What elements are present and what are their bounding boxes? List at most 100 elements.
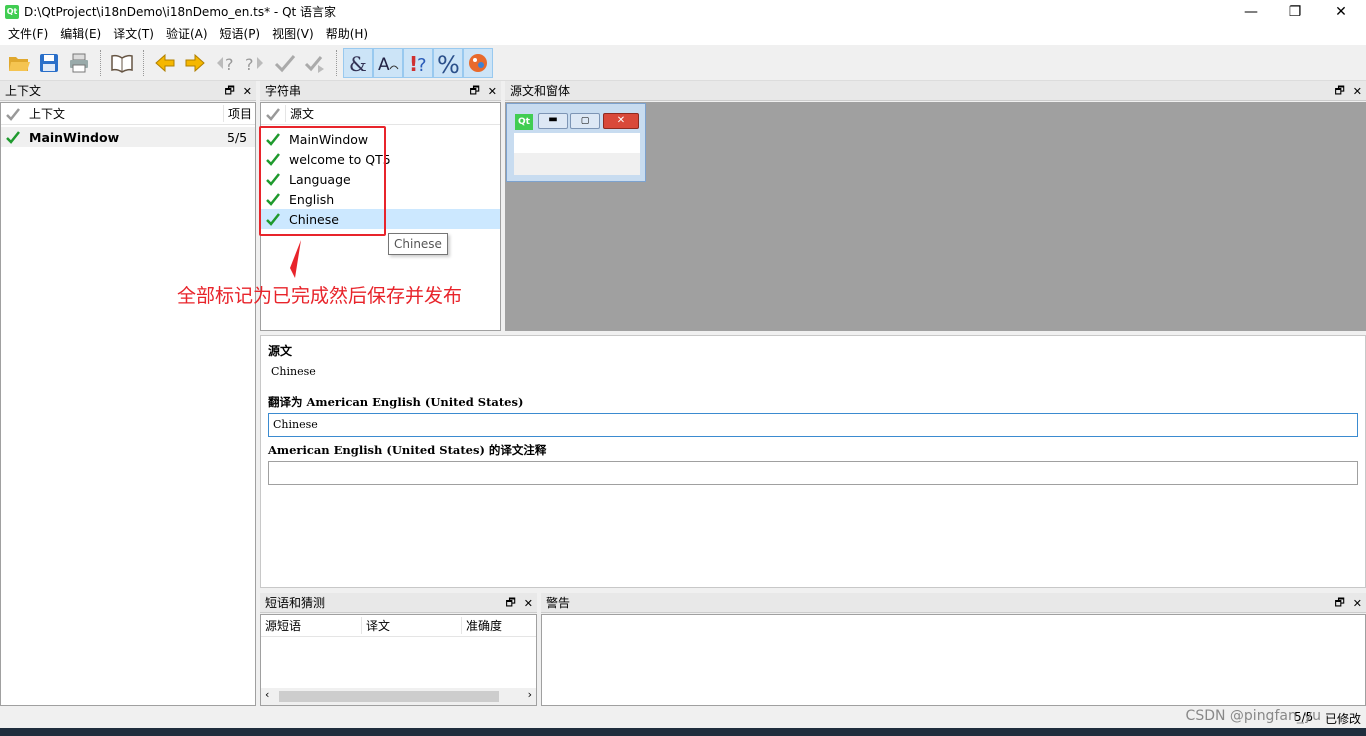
folder-open-icon <box>9 56 30 71</box>
arrow-left-icon <box>155 53 175 72</box>
quote-marks-icon: % <box>437 51 460 75</box>
arrow-right-icon <box>185 53 205 72</box>
form-maximize-icon: ▢ <box>570 113 600 129</box>
open-book-icon <box>111 54 133 73</box>
context-row[interactable]: MainWindow 5/5 <box>1 127 255 147</box>
float-icon[interactable]: 🗗 <box>224 82 234 101</box>
menu-translation[interactable]: 译文(T) <box>107 23 160 45</box>
menu-bar: 文件(F) 编辑(E) 译文(T) 验证(A) 短语(P) 视图(V) 帮助(H… <box>0 23 1366 45</box>
print-button[interactable] <box>64 48 94 78</box>
maximize-button[interactable]: ❐ <box>1272 0 1318 23</box>
status-modified: 已修改 <box>1325 712 1362 726</box>
col-source-phrase-header[interactable]: 源短语 <box>265 617 301 634</box>
source-text: Chinese <box>271 365 316 378</box>
punctuation-icon: A <box>378 55 399 75</box>
prev-button[interactable] <box>150 48 180 78</box>
float-icon[interactable]: 🗗 <box>1334 82 1344 101</box>
menu-help[interactable]: 帮助(H) <box>320 23 374 45</box>
menu-phrases[interactable]: 短语(P) <box>214 23 267 45</box>
svg-text:A: A <box>378 55 390 75</box>
next-unfinished-icon: ? <box>245 55 263 74</box>
strings-dock-title: 字符串 🗗 ✕ <box>260 81 501 101</box>
context-count: 5/5 <box>227 129 248 145</box>
preview-dock-label: 源文和窗体 <box>510 84 571 98</box>
svg-text:%: % <box>437 51 460 75</box>
checkmark-green-icon <box>6 131 20 144</box>
title-bar: Qt D:\QtProject\i18nDemo\i18nDemo_en.ts*… <box>0 0 1366 23</box>
open-button[interactable] <box>4 48 34 78</box>
check-arrow-icon <box>304 55 324 73</box>
qt-form-icon: Qt <box>515 114 533 130</box>
preview-dock-title: 源文和窗体 🗗 ✕ <box>505 81 1366 101</box>
close-icon[interactable]: ✕ <box>524 597 533 610</box>
phrase-warning-icon: !? <box>409 52 427 75</box>
svg-text:?: ? <box>225 55 234 74</box>
context-list-header: 上下文 项目 <box>1 103 255 125</box>
svg-text:?: ? <box>417 55 427 75</box>
phrases-list[interactable]: 源短语 译文 准确度 ‹ › <box>260 614 537 706</box>
done-next-arrow-button[interactable] <box>300 48 330 78</box>
menu-edit[interactable]: 编辑(E) <box>54 23 107 45</box>
punctuation-toggle[interactable]: A <box>373 47 403 78</box>
float-icon[interactable]: 🗗 <box>1334 594 1344 613</box>
context-name: MainWindow <box>29 129 120 145</box>
phrase-book-button[interactable] <box>107 48 137 78</box>
form-preview-window[interactable]: Qt ▬ ▢ ✕ <box>506 103 646 182</box>
strings-dock-label: 字符串 <box>265 84 302 98</box>
accelerators-toggle[interactable]: & <box>343 47 373 78</box>
minimize-button[interactable]: — <box>1228 0 1274 23</box>
col-items-header[interactable]: 项目 <box>223 105 252 122</box>
float-icon[interactable]: 🗗 <box>469 82 479 101</box>
next-unfinished-button[interactable]: ? <box>240 48 270 78</box>
close-icon[interactable]: ✕ <box>1353 85 1362 98</box>
preview-area: Qt ▬ ▢ ✕ <box>505 102 1366 331</box>
close-icon[interactable]: ✕ <box>243 85 252 98</box>
annotation-arrow-icon <box>290 240 301 278</box>
taskbar <box>0 728 1366 736</box>
phrases-dock-label: 短语和猜测 <box>265 596 326 610</box>
checkmark-gray-icon <box>266 107 280 121</box>
tooltip: Chinese <box>388 233 448 255</box>
col-source-header[interactable]: 源文 <box>285 105 314 122</box>
source-label: 源文 <box>268 344 293 358</box>
col-context-header[interactable]: 上下文 <box>29 105 65 122</box>
translation-input[interactable]: Chinese <box>268 413 1358 437</box>
whats-this-toggle[interactable] <box>463 47 493 78</box>
col-accuracy-header[interactable]: 准确度 <box>461 617 502 634</box>
context-list[interactable]: 上下文 项目 MainWindow 5/5 <box>0 102 256 706</box>
horizontal-scrollbar[interactable]: ‹ › <box>261 688 536 705</box>
window-title: D:\QtProject\i18nDemo\i18nDemo_en.ts* - … <box>24 5 337 19</box>
scroll-right-icon[interactable]: › <box>528 688 532 701</box>
done-next-button[interactable] <box>270 48 300 78</box>
toolbar-separator <box>100 49 101 76</box>
placeholder-toggle[interactable]: % <box>433 47 463 78</box>
close-button[interactable]: ✕ <box>1318 0 1364 23</box>
floppy-disk-icon <box>40 53 58 72</box>
menu-view[interactable]: 视图(V) <box>266 23 320 45</box>
close-icon[interactable]: ✕ <box>488 85 497 98</box>
save-button[interactable] <box>34 48 64 78</box>
float-icon[interactable]: 🗗 <box>505 594 515 613</box>
svg-text:&: & <box>349 52 367 75</box>
prev-unfinished-button[interactable]: ? <box>210 48 240 78</box>
status-bar: 5/5 已修改 <box>0 706 1366 728</box>
scroll-left-icon[interactable]: ‹ <box>265 688 269 701</box>
next-button[interactable] <box>180 48 210 78</box>
warnings-dock-label: 警告 <box>546 596 571 610</box>
form-minimize-icon: ▬ <box>538 113 568 129</box>
scrollbar-thumb[interactable] <box>279 691 499 702</box>
phrases-dock-title: 短语和猜测 🗗 ✕ <box>260 593 537 613</box>
qt-app-icon: Qt <box>5 4 19 19</box>
checkmark-icon <box>274 54 296 72</box>
svg-text:?: ? <box>245 55 254 74</box>
menu-file[interactable]: 文件(F) <box>2 23 54 45</box>
phrase-match-toggle[interactable]: !? <box>403 47 433 78</box>
close-icon[interactable]: ✕ <box>1353 597 1362 610</box>
palette-icon <box>469 53 487 72</box>
toolbar-separator <box>336 49 337 76</box>
translate-to-label: 翻译为 American English (United States) <box>268 395 524 409</box>
checkmark-gray-icon <box>6 107 20 121</box>
col-translation-header[interactable]: 译文 <box>361 617 390 634</box>
menu-validation[interactable]: 验证(A) <box>160 23 214 45</box>
translator-comment-input[interactable] <box>268 461 1358 485</box>
